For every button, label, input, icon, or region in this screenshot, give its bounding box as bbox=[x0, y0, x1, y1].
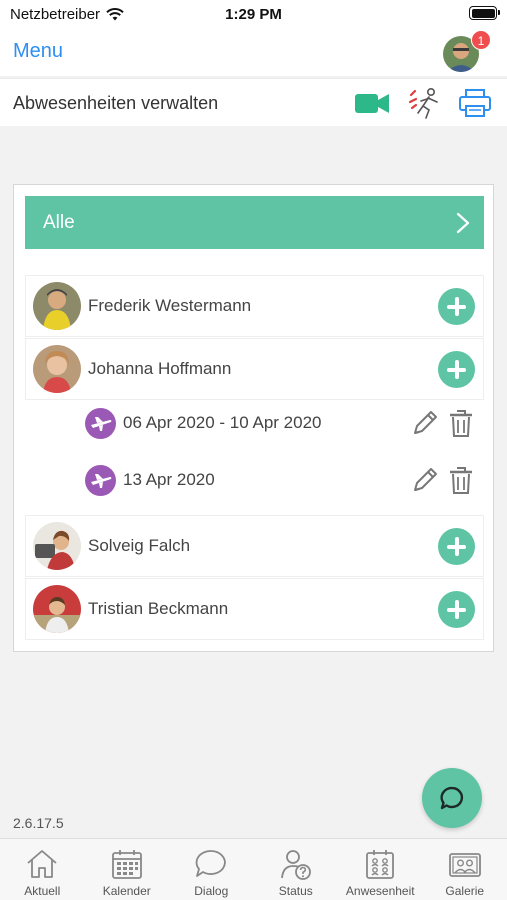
tab-bar: Aktuell Kalender Dialog Status Anwesenhe… bbox=[0, 838, 507, 900]
child-row: Solveig Falch bbox=[25, 515, 484, 577]
notification-badge: 1 bbox=[471, 30, 491, 50]
attendance-icon bbox=[366, 850, 395, 879]
pencil-icon[interactable] bbox=[410, 408, 440, 438]
tab-dialog[interactable]: Dialog bbox=[169, 839, 254, 900]
pencil-icon[interactable] bbox=[410, 465, 440, 495]
battery-icon bbox=[469, 6, 500, 20]
printer-icon[interactable] bbox=[457, 87, 493, 119]
child-row: Johanna Hoffmann bbox=[25, 338, 484, 400]
tab-label: Aktuell bbox=[24, 884, 61, 898]
page-header: Abwesenheiten verwalten bbox=[0, 78, 507, 126]
add-absence-button[interactable] bbox=[438, 528, 475, 565]
emergency-exit-icon[interactable] bbox=[407, 87, 443, 119]
calendar-icon bbox=[111, 850, 142, 879]
status-bar: Netzbetreiber 1:29 PM bbox=[0, 0, 507, 28]
clock: 1:29 PM bbox=[225, 6, 282, 23]
chevron-right-icon bbox=[456, 212, 470, 234]
nav-bar: Menu 1 bbox=[0, 28, 507, 76]
child-row: Frederik Westermann bbox=[25, 275, 484, 337]
absence-entry: 06 Apr 2020 - 10 Apr 2020 bbox=[25, 396, 484, 451]
tab-label: Kalender bbox=[102, 884, 151, 898]
tab-galerie[interactable]: Galerie bbox=[423, 839, 507, 900]
tab-anwesenheit[interactable]: Anwesenheit bbox=[338, 839, 423, 900]
home-icon bbox=[27, 850, 57, 878]
child-name: Frederik Westermann bbox=[88, 296, 252, 315]
tab-label: Status bbox=[278, 884, 313, 898]
child-avatar bbox=[33, 282, 81, 330]
add-absence-button[interactable] bbox=[438, 351, 475, 388]
airplane-icon bbox=[85, 408, 116, 439]
child-avatar bbox=[33, 585, 81, 633]
child-name: Tristian Beckmann bbox=[88, 599, 229, 618]
chat-bubble-icon bbox=[195, 850, 227, 877]
menu-button[interactable]: Menu bbox=[13, 40, 63, 63]
tab-aktuell[interactable]: Aktuell bbox=[0, 839, 85, 900]
filter-label: Alle bbox=[43, 212, 75, 233]
chat-bubble-icon bbox=[440, 786, 464, 810]
child-name: Solveig Falch bbox=[88, 536, 191, 555]
absence-card: Alle Frederik Westermann Johanna Hoffman… bbox=[13, 184, 494, 652]
person-question-icon bbox=[280, 850, 311, 880]
child-avatar bbox=[33, 522, 81, 570]
add-absence-button[interactable] bbox=[438, 591, 475, 628]
tab-label: Dialog bbox=[194, 884, 229, 898]
child-avatar bbox=[33, 345, 81, 393]
tab-label: Galerie bbox=[445, 884, 485, 898]
page-title: Abwesenheiten verwalten bbox=[13, 93, 219, 113]
add-absence-button[interactable] bbox=[438, 288, 475, 325]
trash-icon[interactable] bbox=[448, 465, 474, 495]
absence-dates: 13 Apr 2020 bbox=[123, 470, 215, 489]
trash-icon[interactable] bbox=[448, 408, 474, 438]
app-version: 2.6.17.5 bbox=[13, 815, 64, 831]
tab-status[interactable]: Status bbox=[254, 839, 339, 900]
tab-label: Anwesenheit bbox=[345, 884, 415, 898]
tab-kalender[interactable]: Kalender bbox=[85, 839, 170, 900]
filter-selector[interactable]: Alle bbox=[25, 196, 484, 249]
gallery-icon bbox=[448, 853, 481, 877]
airplane-icon bbox=[85, 465, 116, 496]
child-row: Tristian Beckmann bbox=[25, 578, 484, 640]
absence-entry: 13 Apr 2020 bbox=[25, 453, 484, 508]
child-name: Johanna Hoffmann bbox=[88, 359, 232, 378]
video-camera-icon[interactable] bbox=[354, 87, 390, 119]
chat-button[interactable] bbox=[422, 768, 482, 828]
absence-dates: 06 Apr 2020 - 10 Apr 2020 bbox=[123, 413, 322, 432]
